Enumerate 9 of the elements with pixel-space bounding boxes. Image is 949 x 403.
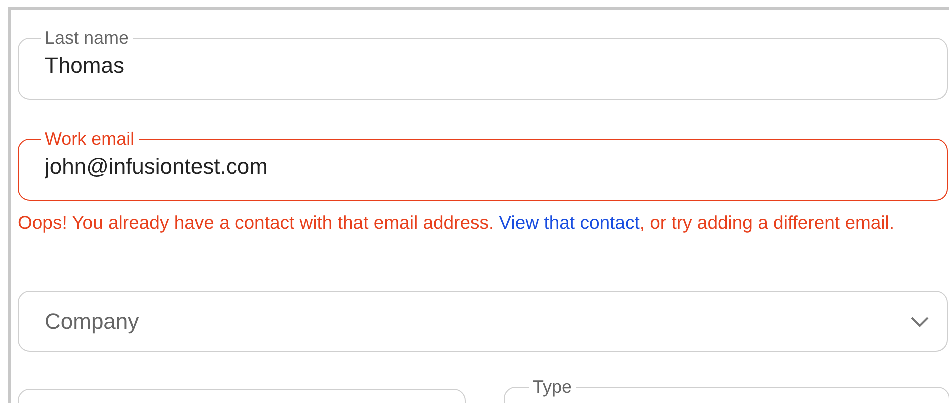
select-placeholder: Company <box>45 308 140 334</box>
error-message: Oops! You already have a contact with that email address. View that contact, or try adding a different email. <box>18 211 896 235</box>
company-select[interactable]: Company <box>18 291 948 352</box>
chevron-down-icon <box>911 316 929 326</box>
field-value: Thomas <box>41 49 849 83</box>
field-label: Type <box>532 376 574 398</box>
view-contact-link[interactable]: View that contact <box>499 212 640 233</box>
field-label: Work email <box>44 128 136 150</box>
field-label: Last name <box>44 27 130 49</box>
